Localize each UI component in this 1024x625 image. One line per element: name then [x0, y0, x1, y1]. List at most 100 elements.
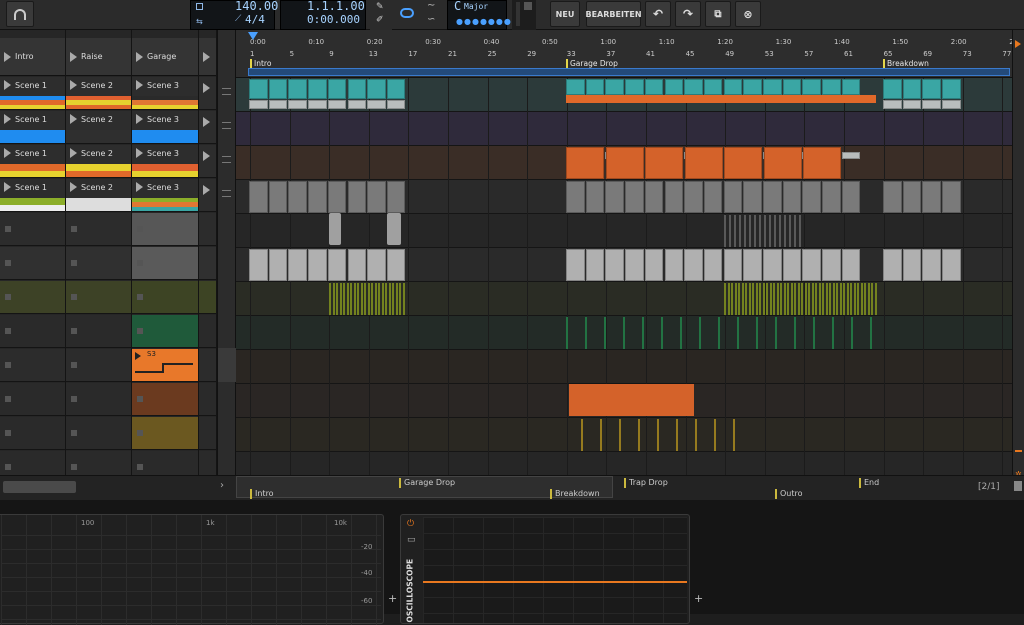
play-icon[interactable] [203, 151, 210, 161]
midi-note[interactable] [623, 317, 625, 349]
midi-note[interactable] [724, 283, 726, 315]
clip-slot[interactable]: Scene 1 [0, 145, 65, 178]
midi-note[interactable] [775, 317, 777, 349]
oscilloscope-device[interactable]: ⏻ ▭ OSCILLOSCOPE [400, 514, 690, 624]
midi-note[interactable] [638, 419, 640, 451]
audio-clip[interactable] [327, 181, 347, 213]
midi-note[interactable] [867, 283, 870, 315]
audio-clip[interactable] [743, 181, 762, 213]
audio-clip[interactable] [942, 79, 961, 99]
automation-write-icon[interactable]: ✎ [376, 2, 384, 12]
midi-note[interactable] [332, 283, 335, 315]
clip-slot[interactable]: Scene 3 [132, 111, 198, 144]
midi-note[interactable] [871, 283, 873, 315]
midi-note[interactable] [783, 283, 786, 315]
clip-slot[interactable]: Scene 3 [132, 145, 198, 178]
clip-slot[interactable]: Scene 2 [66, 77, 131, 110]
clip-slot[interactable] [199, 383, 216, 416]
midi-note[interactable] [776, 283, 779, 315]
midi-note[interactable] [846, 283, 849, 315]
midi-note[interactable] [787, 283, 789, 315]
track-lane[interactable] [236, 214, 1012, 248]
play-icon[interactable] [136, 114, 143, 124]
clip-slot[interactable] [132, 247, 198, 280]
audio-clip[interactable] [703, 249, 723, 281]
audio-clip[interactable] [387, 213, 401, 245]
midi-note[interactable] [374, 283, 377, 315]
clip-slot[interactable] [132, 315, 198, 348]
scene-header-raise[interactable]: Raise [66, 38, 131, 76]
audio-clip[interactable] [942, 249, 961, 281]
clip-slot[interactable] [199, 349, 216, 382]
audio-clip[interactable] [883, 181, 902, 213]
stop-button-icon[interactable] [137, 226, 143, 232]
track-menu-icon[interactable] [222, 190, 231, 197]
audio-clip[interactable] [327, 249, 347, 281]
midi-note[interactable] [718, 317, 720, 349]
audio-clip[interactable] [743, 249, 762, 281]
audio-clip[interactable] [782, 249, 802, 281]
browser-icon[interactable] [1015, 450, 1022, 452]
audio-clip[interactable] [841, 152, 861, 159]
audio-clip[interactable] [288, 100, 307, 109]
track-lane[interactable] [236, 282, 1012, 316]
horizontal-scrollbar[interactable] [3, 481, 76, 493]
midi-note[interactable] [724, 215, 726, 247]
stop-button-icon[interactable] [71, 464, 77, 470]
midi-note[interactable] [392, 283, 394, 315]
clip-slot[interactable] [132, 383, 198, 416]
audio-clip[interactable] [367, 100, 386, 109]
audio-clip[interactable] [664, 181, 683, 213]
audio-clip[interactable] [922, 181, 941, 213]
midi-note[interactable] [738, 283, 740, 315]
clip-slot[interactable] [0, 247, 65, 280]
play-icon[interactable] [136, 80, 143, 90]
clip-slot[interactable] [0, 315, 65, 348]
play-icon[interactable] [70, 182, 77, 192]
midi-note[interactable] [857, 283, 859, 315]
audio-clip[interactable] [723, 249, 743, 281]
audio-clip[interactable] [308, 249, 327, 281]
midi-note[interactable] [734, 215, 736, 247]
play-icon[interactable] [135, 352, 141, 360]
midi-note[interactable] [566, 317, 568, 349]
audio-clip[interactable] [625, 181, 644, 213]
midi-note[interactable] [832, 283, 835, 315]
track-menu-icon[interactable] [222, 122, 231, 129]
overview-cue-marker[interactable]: End [859, 478, 879, 488]
audio-clip[interactable] [723, 181, 743, 213]
redo-button[interactable]: ↷ [675, 1, 701, 27]
audio-clip[interactable] [922, 249, 941, 281]
clip-slot[interactable]: Scene 2 [66, 145, 131, 178]
track-lane[interactable] [236, 112, 1012, 146]
audio-clip[interactable] [367, 181, 386, 213]
audio-clip[interactable] [802, 249, 821, 281]
clip-slot[interactable] [0, 281, 65, 314]
audio-clip[interactable] [347, 79, 366, 99]
midi-note[interactable] [780, 283, 782, 315]
midi-note[interactable] [399, 283, 401, 315]
audio-clip[interactable] [566, 79, 585, 95]
stop-button-icon[interactable] [5, 464, 11, 470]
play-icon[interactable] [203, 185, 210, 195]
midi-note[interactable] [836, 283, 838, 315]
audio-clip[interactable] [585, 79, 605, 95]
midi-note[interactable] [843, 283, 845, 315]
audio-clip[interactable] [585, 181, 605, 213]
midi-note[interactable] [829, 283, 831, 315]
midi-note[interactable] [346, 283, 349, 315]
stop-button-icon[interactable] [5, 294, 11, 300]
audio-clip[interactable] [308, 100, 327, 109]
midi-note[interactable] [357, 283, 359, 315]
audio-clip[interactable] [644, 181, 664, 213]
clip-slot[interactable] [66, 417, 131, 450]
clip-slot[interactable]: Scene 2 [66, 179, 131, 212]
clip-slot[interactable] [199, 179, 216, 212]
play-icon[interactable] [4, 80, 11, 90]
midi-note[interactable] [822, 283, 824, 315]
audio-clip[interactable] [902, 249, 922, 281]
midi-note[interactable] [811, 283, 814, 315]
midi-note[interactable] [360, 283, 363, 315]
midi-note[interactable] [619, 419, 621, 451]
audio-clip[interactable] [288, 79, 307, 99]
